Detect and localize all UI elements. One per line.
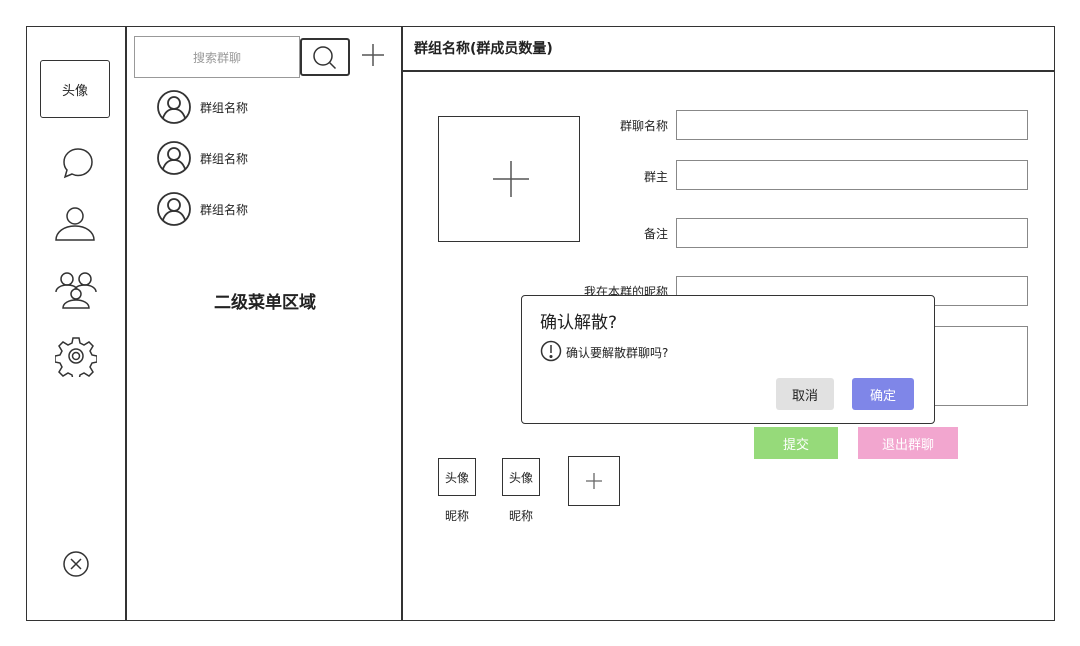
group-name: 群组名称: [200, 151, 249, 166]
close-icon[interactable]: [62, 550, 90, 578]
search-placeholder: 搜索群聊: [192, 50, 241, 65]
group-name-label: 群聊名称: [619, 119, 668, 133]
plus-icon: [586, 473, 602, 489]
dialog-title: 确认解散?: [540, 313, 618, 333]
user-avatar-icon: [157, 90, 191, 124]
remark-field[interactable]: [676, 218, 1028, 248]
secondary-menu-label: 二级菜单区域: [214, 293, 316, 313]
search-input[interactable]: 搜索群聊: [134, 36, 300, 78]
search-icon: [313, 46, 337, 70]
settings-icon[interactable]: [55, 335, 97, 377]
plus-icon: [362, 44, 384, 66]
member-avatar-label: 头像: [444, 470, 469, 485]
nav-avatar[interactable]: 头像: [40, 60, 110, 118]
add-group-button[interactable]: [360, 40, 386, 70]
member-avatar[interactable]: 头像: [438, 458, 476, 496]
member-avatar[interactable]: 头像: [502, 458, 540, 496]
add-member-button[interactable]: [568, 456, 620, 506]
user-avatar-icon: [157, 192, 191, 226]
page-title: 群组名称(群成员数量): [414, 41, 553, 57]
group-name: 群组名称: [200, 100, 249, 115]
list-divider: [401, 26, 403, 621]
submit-button[interactable]: 提交: [754, 427, 838, 459]
group-list-item[interactable]: 群组名称: [156, 190, 248, 228]
quit-group-button[interactable]: 退出群聊: [858, 427, 958, 459]
user-avatar-icon: [157, 141, 191, 175]
member-nickname: 昵称: [444, 509, 469, 523]
nav-avatar-label: 头像: [61, 83, 88, 99]
chat-icon[interactable]: [60, 145, 96, 181]
owner-field[interactable]: [676, 160, 1028, 190]
dialog-message: 确认要解散群聊吗?: [566, 346, 669, 360]
search-button[interactable]: [300, 38, 350, 76]
cancel-button[interactable]: 取消: [776, 378, 834, 410]
group-name: 群组名称: [200, 202, 249, 217]
group-list-item[interactable]: 群组名称: [156, 139, 248, 177]
header-divider: [401, 70, 1055, 72]
remark-label: 备注: [643, 227, 668, 241]
confirm-button[interactable]: 确定: [852, 378, 914, 410]
group-list-item[interactable]: 群组名称: [156, 88, 248, 126]
contact-icon[interactable]: [52, 205, 98, 243]
nav-divider: [125, 26, 127, 621]
group-icon[interactable]: [52, 270, 100, 310]
warning-icon: [540, 340, 562, 366]
member-avatar-label: 头像: [508, 470, 533, 485]
owner-label: 群主: [643, 170, 668, 184]
group-name-field[interactable]: [676, 110, 1028, 140]
member-nickname: 昵称: [508, 509, 533, 523]
